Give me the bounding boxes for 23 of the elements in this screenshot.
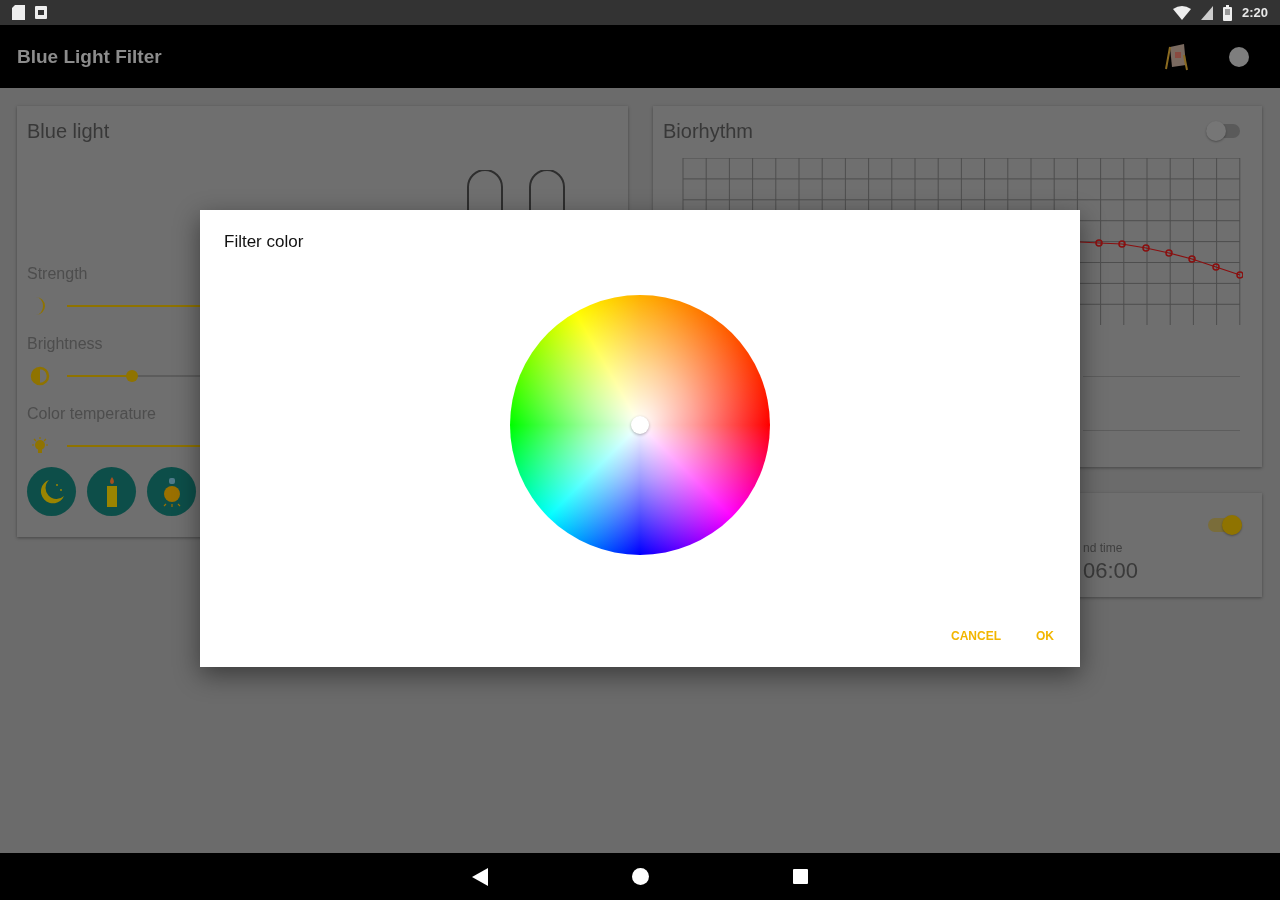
app-title: Blue Light Filter [17,45,163,68]
easel-sign-icon[interactable] [1164,42,1188,71]
preset-button[interactable] [147,467,196,516]
back-icon[interactable] [472,867,488,886]
light-bulb-icon [30,436,50,456]
card-title: Biorhythm [663,119,754,144]
preset-button[interactable] [87,467,136,516]
dialog-button[interactable]: CANCEL [943,618,1009,654]
wifi-icon [1172,5,1191,20]
signal-icon [1200,5,1213,20]
dialog-button[interactable]: OK [1028,618,1062,654]
home-icon[interactable] [632,868,649,885]
clock-time: 2:20 [1241,5,1268,20]
color-picker-thumb[interactable] [631,416,649,434]
sd-card-icon [12,5,25,20]
toggle-switch[interactable] [1206,121,1240,141]
circle-icon[interactable] [1228,45,1250,68]
battery-icon [1222,4,1232,21]
brightness-icon [30,366,50,386]
dialog-title: Filter color [224,232,304,252]
toggle-switch[interactable] [1208,515,1242,535]
preset-button[interactable] [27,467,76,516]
notification-icon [35,6,47,19]
